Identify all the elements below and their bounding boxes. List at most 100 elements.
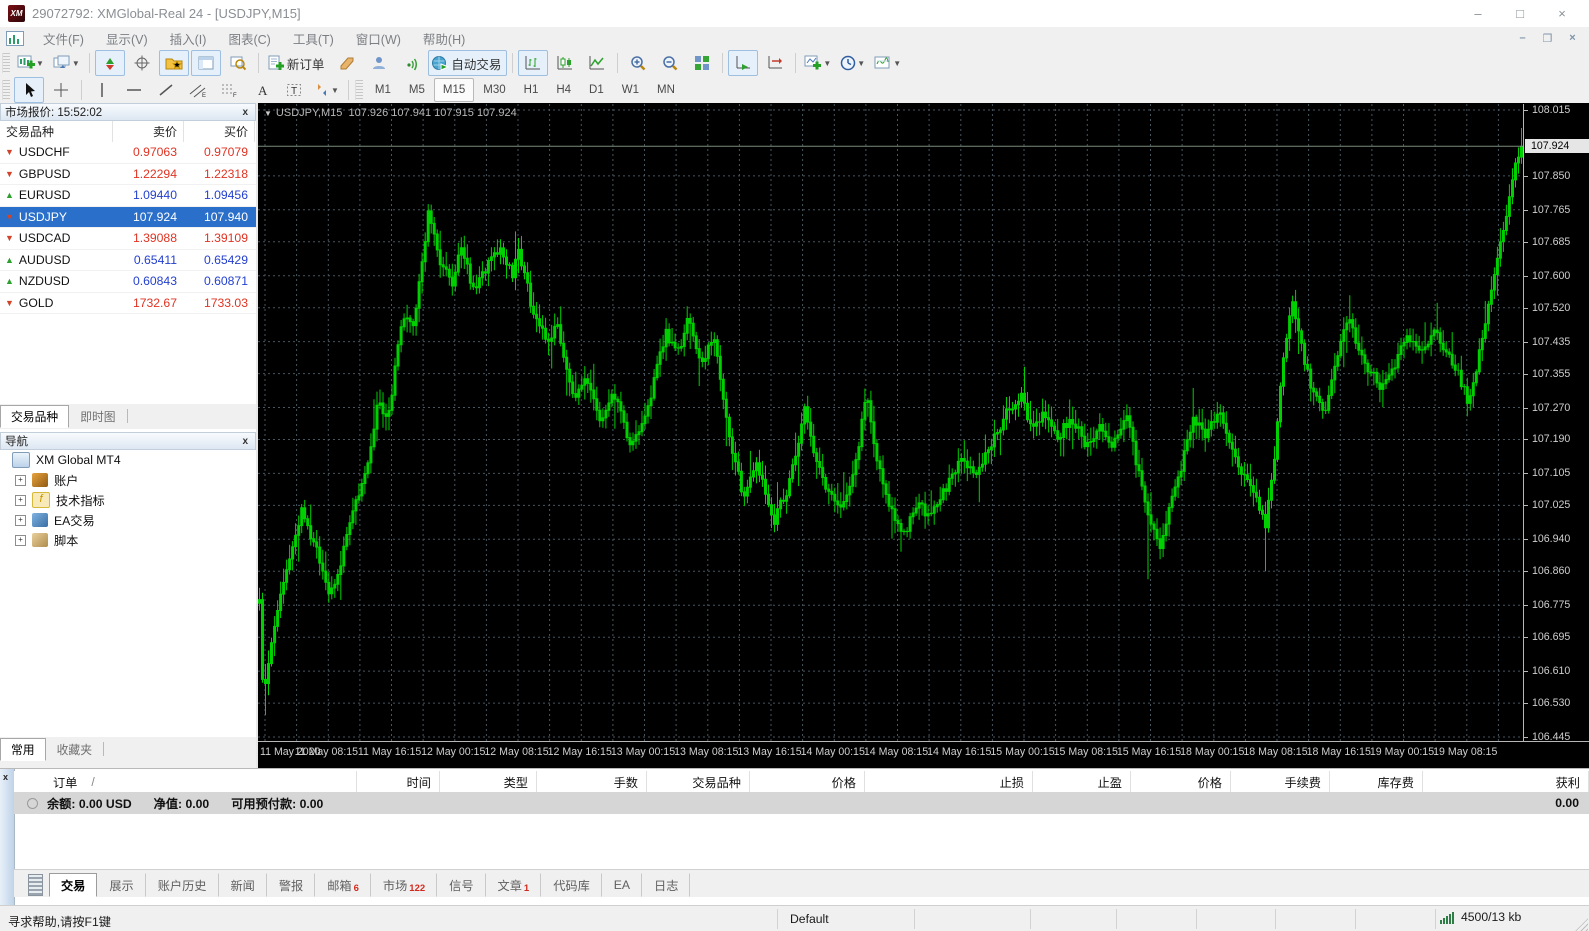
timeframe-m1-button[interactable]: M1	[366, 78, 400, 102]
timeframe-h1-button[interactable]: H1	[515, 78, 548, 102]
child-close-button[interactable]: ×	[1560, 29, 1585, 47]
terminal-close-icon[interactable]: x	[3, 772, 8, 782]
profiles-dropdown-icon[interactable]: ▼	[72, 59, 80, 68]
terminal-toggle-button[interactable]	[190, 50, 221, 76]
tab-交易品种[interactable]: 交易品种	[0, 405, 70, 428]
community-button[interactable]	[364, 50, 394, 76]
strategy-tester-button[interactable]	[223, 50, 253, 76]
terminal-tab-邮箱[interactable]: 邮箱 6	[315, 873, 371, 897]
market-watch-row-usdchf[interactable]: ▼ USDCHF 0.97063 0.97079	[0, 142, 256, 164]
maximize-button[interactable]: □	[1499, 0, 1541, 27]
toolbar-grip[interactable]	[2, 53, 10, 73]
periods-dropdown-icon[interactable]: ▼	[857, 59, 865, 68]
profiles-button[interactable]: ▼	[50, 50, 84, 76]
minimize-button[interactable]: –	[1457, 0, 1499, 27]
expand-plus-icon[interactable]: +	[15, 514, 26, 526]
menu-item-f[interactable]: 文件(F)	[32, 29, 95, 48]
orders-column-5[interactable]: 价格	[750, 771, 865, 792]
chart-collapse-icon[interactable]: ▼	[264, 109, 272, 118]
text-label-tool-button[interactable]: T	[279, 77, 309, 103]
terminal-tab-信号[interactable]: 信号	[437, 873, 486, 897]
close-button[interactable]: ×	[1541, 0, 1583, 27]
terminal-tab-市场[interactable]: 市场 122	[371, 873, 438, 897]
resize-grip[interactable]	[1575, 918, 1588, 931]
vertical-line-tool-button[interactable]	[87, 77, 117, 103]
expand-plus-icon[interactable]: +	[15, 474, 26, 486]
child-restore-button[interactable]: ❐	[1535, 29, 1560, 47]
timeframe-mn-button[interactable]: MN	[648, 78, 684, 102]
text-tool-button[interactable]: A	[247, 77, 277, 103]
orders-column-0[interactable]: 订单 /	[14, 771, 357, 792]
crosshair-tool-button[interactable]	[46, 77, 76, 103]
fibonacci-tool-button[interactable]: F	[215, 77, 245, 103]
market-watch-row-nzdusd[interactable]: ▲ NZDUSD 0.60843 0.60871	[0, 271, 256, 293]
status-profile[interactable]: Default	[790, 912, 829, 926]
terminal-tab-EA[interactable]: EA	[602, 873, 643, 897]
new-chart-dropdown-icon[interactable]: ▼	[36, 59, 44, 68]
terminal-tab-新闻[interactable]: 新闻	[219, 873, 267, 897]
menu-item-t[interactable]: 工具(T)	[282, 29, 345, 48]
navigator-item-script[interactable]: + 脚本	[0, 530, 256, 550]
menu-item-i[interactable]: 插入(I)	[159, 29, 218, 48]
chart-plot-area[interactable]: ▼ USDJPY,M15 107.926 107.941 107.915 107.…	[258, 104, 1523, 741]
orders-column-9[interactable]: 手续费	[1231, 771, 1330, 792]
tile-windows-button[interactable]	[687, 50, 717, 76]
new-chart-button[interactable]: ▼	[14, 50, 48, 76]
timeframe-m30-button[interactable]: M30	[474, 78, 514, 102]
auto-scroll-button[interactable]	[728, 50, 759, 76]
arrows-tool-dropdown-icon[interactable]: ▼	[331, 86, 339, 95]
navigator-root-item[interactable]: XM Global MT4	[0, 450, 256, 470]
market-watch-column-header[interactable]: 买价	[184, 121, 255, 142]
orders-column-4[interactable]: 交易品种	[647, 771, 750, 792]
toolbar-grip[interactable]	[2, 80, 10, 100]
market-watch-toggle-button[interactable]	[94, 50, 125, 76]
orders-column-10[interactable]: 库存费	[1330, 771, 1423, 792]
market-watch-row-usdcad[interactable]: ▼ USDCAD 1.39088 1.39109	[0, 228, 256, 250]
expand-plus-icon[interactable]: +	[15, 534, 26, 546]
signals-button[interactable]	[396, 50, 426, 76]
menu-item-h[interactable]: 帮助(H)	[412, 29, 476, 48]
timeframe-w1-button[interactable]: W1	[613, 78, 648, 102]
indicators-dropdown-icon[interactable]: ▼	[823, 59, 831, 68]
price-axis[interactable]: 108.015 107.850 107.765 107.685 107.600 107.5…	[1523, 104, 1589, 743]
market-watch-row-gbpusd[interactable]: ▼ GBPUSD 1.22294 1.22318	[0, 163, 256, 185]
market-watch-row-audusd[interactable]: ▲ AUDUSD 0.65411 0.65429	[0, 249, 256, 271]
new-order-button[interactable]: 新订单	[264, 50, 331, 76]
navigator-item-func[interactable]: + f 技术指标	[0, 490, 256, 510]
templates-dropdown-icon[interactable]: ▼	[893, 59, 901, 68]
child-minimize-button[interactable]: –	[1510, 29, 1535, 47]
cursor-tool-button[interactable]	[14, 77, 44, 103]
market-watch-close-icon[interactable]: x	[239, 107, 251, 118]
market-watch-row-usdjpy[interactable]: ▼ USDJPY 107.924 107.940	[0, 206, 256, 228]
orders-column-1[interactable]: 时间	[357, 771, 440, 792]
navigator-item-acct[interactable]: + 账户	[0, 470, 256, 490]
time-axis[interactable]: 11 May 2020 11 May 08:15 11 May 16:15 12 Ma…	[258, 741, 1589, 763]
indicators-button[interactable]: ▼	[801, 50, 835, 76]
toolbar-grip[interactable]	[354, 80, 363, 100]
terminal-tab-警报[interactable]: 警报	[267, 873, 316, 897]
navigator-close-icon[interactable]: x	[239, 436, 251, 447]
zoom-in-button[interactable]	[623, 50, 653, 76]
orders-column-2[interactable]: 类型	[440, 771, 537, 792]
horizontal-line-tool-button[interactable]	[119, 77, 149, 103]
navigator-item-ea[interactable]: + EA交易	[0, 510, 256, 530]
terminal-tab-账户历史[interactable]: 账户历史	[146, 873, 219, 897]
terminal-tab-展示[interactable]: 展示	[97, 873, 146, 897]
orders-column-3[interactable]: 手数	[537, 771, 647, 792]
terminal-tab-文章[interactable]: 文章 1	[486, 873, 542, 897]
chart-shift-button[interactable]	[760, 50, 790, 76]
menu-item-w[interactable]: 窗口(W)	[345, 29, 412, 48]
market-watch-column-header[interactable]: 交易品种	[0, 121, 113, 142]
chart-line-button[interactable]	[582, 50, 612, 76]
menu-item-v[interactable]: 显示(V)	[95, 29, 159, 48]
tab-常用[interactable]: 常用	[0, 738, 46, 761]
orders-column-6[interactable]: 止损	[865, 771, 1033, 792]
orders-column-7[interactable]: 止盈	[1033, 771, 1131, 792]
connection-status[interactable]: 4500/13 kb	[1440, 910, 1521, 924]
timeframe-m5-button[interactable]: M5	[400, 78, 434, 102]
chart-window-icon[interactable]	[6, 30, 24, 46]
templates-button[interactable]: ▼	[871, 50, 905, 76]
terminal-grip-icon[interactable]	[28, 874, 43, 896]
chart-candles-button[interactable]	[550, 50, 580, 76]
zoom-out-button[interactable]	[655, 50, 685, 76]
